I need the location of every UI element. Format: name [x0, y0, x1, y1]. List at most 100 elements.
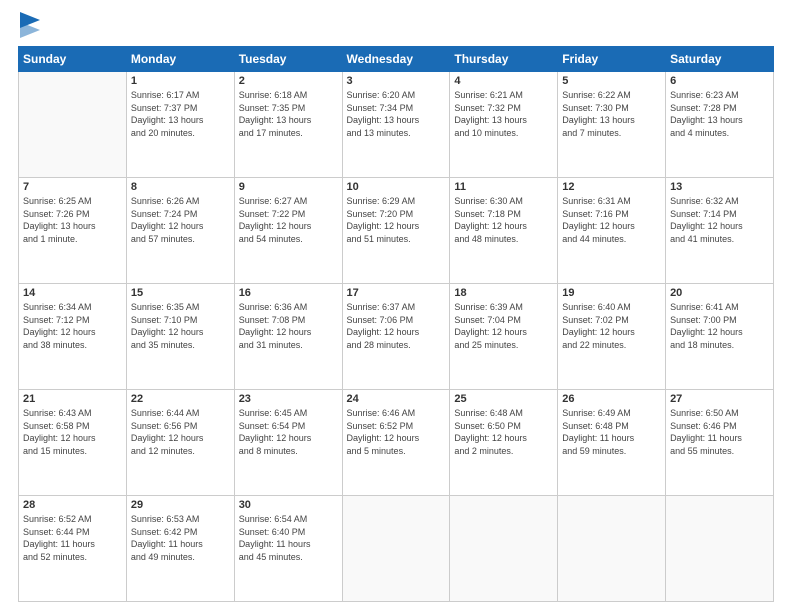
day-of-week-header: Friday — [558, 47, 666, 72]
day-number: 5 — [562, 75, 661, 87]
day-number: 16 — [239, 287, 338, 299]
calendar-cell: 30 Sunrise: 6:54 AM Sunset: 6:40 PM Dayli… — [234, 496, 342, 602]
day-info: Sunrise: 6:41 AM Sunset: 7:00 PM Dayligh… — [670, 301, 769, 351]
calendar-cell: 12 Sunrise: 6:31 AM Sunset: 7:16 PM Dayli… — [558, 178, 666, 284]
calendar-cell: 17 Sunrise: 6:37 AM Sunset: 7:06 PM Dayli… — [342, 284, 450, 390]
day-of-week-header: Monday — [126, 47, 234, 72]
day-number: 22 — [131, 393, 230, 405]
day-info: Sunrise: 6:36 AM Sunset: 7:08 PM Dayligh… — [239, 301, 338, 351]
day-number: 11 — [454, 181, 553, 193]
day-info: Sunrise: 6:48 AM Sunset: 6:50 PM Dayligh… — [454, 407, 553, 457]
day-number: 26 — [562, 393, 661, 405]
day-number: 14 — [23, 287, 122, 299]
calendar-cell: 24Sunrise: 6:46 AM Sunset: 6:52 PM Dayli… — [342, 390, 450, 496]
day-info: Sunrise: 6:35 AM Sunset: 7:10 PM Dayligh… — [131, 301, 230, 351]
day-number: 9 — [239, 181, 338, 193]
calendar-cell — [342, 496, 450, 602]
day-of-week-header: Sunday — [19, 47, 127, 72]
day-info: Sunrise: 6:53 AM Sunset: 6:42 PM Dayligh… — [131, 513, 230, 563]
calendar-cell: 9 Sunrise: 6:27 AM Sunset: 7:22 PM Daylig… — [234, 178, 342, 284]
calendar-cell: 16 Sunrise: 6:36 AM Sunset: 7:08 PM Dayli… — [234, 284, 342, 390]
calendar-week-row: 28 Sunrise: 6:52 AM Sunset: 6:44 PM Dayli… — [19, 496, 774, 602]
day-number: 2 — [239, 75, 338, 87]
day-number: 24 — [347, 393, 446, 405]
calendar-cell: 13 Sunrise: 6:32 AM Sunset: 7:14 PM Dayli… — [666, 178, 774, 284]
day-of-week-header: Thursday — [450, 47, 558, 72]
calendar-cell: 29 Sunrise: 6:53 AM Sunset: 6:42 PM Dayli… — [126, 496, 234, 602]
day-info: Sunrise: 6:34 AM Sunset: 7:12 PM Dayligh… — [23, 301, 122, 351]
day-number: 3 — [347, 75, 446, 87]
day-number: 30 — [239, 499, 338, 511]
day-number: 13 — [670, 181, 769, 193]
day-info: Sunrise: 6:27 AM Sunset: 7:22 PM Dayligh… — [239, 195, 338, 245]
calendar-cell: 10Sunrise: 6:29 AM Sunset: 7:20 PM Dayli… — [342, 178, 450, 284]
calendar-cell: 26 Sunrise: 6:49 AM Sunset: 6:48 PM Dayli… — [558, 390, 666, 496]
day-number: 17 — [347, 287, 446, 299]
day-number: 29 — [131, 499, 230, 511]
day-info: Sunrise: 6:26 AM Sunset: 7:24 PM Dayligh… — [131, 195, 230, 245]
day-info: Sunrise: 6:18 AM Sunset: 7:35 PM Dayligh… — [239, 89, 338, 139]
day-info: Sunrise: 6:50 AM Sunset: 6:46 PM Dayligh… — [670, 407, 769, 457]
calendar-cell: 14 Sunrise: 6:34 AM Sunset: 7:12 PM Dayli… — [19, 284, 127, 390]
day-of-week-header: Tuesday — [234, 47, 342, 72]
day-info: Sunrise: 6:31 AM Sunset: 7:16 PM Dayligh… — [562, 195, 661, 245]
day-info: Sunrise: 6:37 AM Sunset: 7:06 PM Dayligh… — [347, 301, 446, 351]
logo — [18, 18, 40, 38]
day-number: 27 — [670, 393, 769, 405]
day-number: 15 — [131, 287, 230, 299]
calendar-cell: 6 Sunrise: 6:23 AM Sunset: 7:28 PM Daylig… — [666, 72, 774, 178]
calendar-cell: 5 Sunrise: 6:22 AM Sunset: 7:30 PM Daylig… — [558, 72, 666, 178]
day-info: Sunrise: 6:49 AM Sunset: 6:48 PM Dayligh… — [562, 407, 661, 457]
calendar-cell: 1 Sunrise: 6:17 AM Sunset: 7:37 PM Daylig… — [126, 72, 234, 178]
day-number: 1 — [131, 75, 230, 87]
day-number: 21 — [23, 393, 122, 405]
day-number: 6 — [670, 75, 769, 87]
calendar-cell: 18 Sunrise: 6:39 AM Sunset: 7:04 PM Dayli… — [450, 284, 558, 390]
day-info: Sunrise: 6:39 AM Sunset: 7:04 PM Dayligh… — [454, 301, 553, 351]
calendar-week-row: 7Sunrise: 6:25 AM Sunset: 7:26 PM Daylig… — [19, 178, 774, 284]
day-number: 18 — [454, 287, 553, 299]
calendar-cell: 4 Sunrise: 6:21 AM Sunset: 7:32 PM Daylig… — [450, 72, 558, 178]
calendar-cell: 25 Sunrise: 6:48 AM Sunset: 6:50 PM Dayli… — [450, 390, 558, 496]
day-number: 4 — [454, 75, 553, 87]
page: SundayMondayTuesdayWednesdayThursdayFrid… — [0, 0, 792, 612]
calendar-cell: 20 Sunrise: 6:41 AM Sunset: 7:00 PM Dayli… — [666, 284, 774, 390]
day-info: Sunrise: 6:22 AM Sunset: 7:30 PM Dayligh… — [562, 89, 661, 139]
calendar-cell: 11 Sunrise: 6:30 AM Sunset: 7:18 PM Dayli… — [450, 178, 558, 284]
day-number: 25 — [454, 393, 553, 405]
day-info: Sunrise: 6:20 AM Sunset: 7:34 PM Dayligh… — [347, 89, 446, 139]
day-info: Sunrise: 6:30 AM Sunset: 7:18 PM Dayligh… — [454, 195, 553, 245]
day-info: Sunrise: 6:23 AM Sunset: 7:28 PM Dayligh… — [670, 89, 769, 139]
calendar-cell: 2 Sunrise: 6:18 AM Sunset: 7:35 PM Daylig… — [234, 72, 342, 178]
calendar-week-row: 14 Sunrise: 6:34 AM Sunset: 7:12 PM Dayli… — [19, 284, 774, 390]
calendar-cell — [558, 496, 666, 602]
calendar-cell: 27 Sunrise: 6:50 AM Sunset: 6:46 PM Dayli… — [666, 390, 774, 496]
day-info: Sunrise: 6:52 AM Sunset: 6:44 PM Dayligh… — [23, 513, 122, 563]
day-number: 28 — [23, 499, 122, 511]
calendar-header-row: SundayMondayTuesdayWednesdayThursdayFrid… — [19, 47, 774, 72]
calendar-week-row: 1 Sunrise: 6:17 AM Sunset: 7:37 PM Daylig… — [19, 72, 774, 178]
day-info: Sunrise: 6:21 AM Sunset: 7:32 PM Dayligh… — [454, 89, 553, 139]
day-number: 8 — [131, 181, 230, 193]
day-number: 19 — [562, 287, 661, 299]
header — [18, 18, 774, 38]
day-info: Sunrise: 6:29 AM Sunset: 7:20 PM Dayligh… — [347, 195, 446, 245]
day-info: Sunrise: 6:32 AM Sunset: 7:14 PM Dayligh… — [670, 195, 769, 245]
calendar-cell: 15 Sunrise: 6:35 AM Sunset: 7:10 PM Dayli… — [126, 284, 234, 390]
calendar-week-row: 21 Sunrise: 6:43 AM Sunset: 6:58 PM Dayli… — [19, 390, 774, 496]
logo-icon — [20, 12, 40, 38]
calendar-cell — [666, 496, 774, 602]
calendar-cell: 19Sunrise: 6:40 AM Sunset: 7:02 PM Dayli… — [558, 284, 666, 390]
day-info: Sunrise: 6:43 AM Sunset: 6:58 PM Dayligh… — [23, 407, 122, 457]
day-info: Sunrise: 6:44 AM Sunset: 6:56 PM Dayligh… — [131, 407, 230, 457]
day-info: Sunrise: 6:25 AM Sunset: 7:26 PM Dayligh… — [23, 195, 122, 245]
day-number: 20 — [670, 287, 769, 299]
day-number: 23 — [239, 393, 338, 405]
day-info: Sunrise: 6:54 AM Sunset: 6:40 PM Dayligh… — [239, 513, 338, 563]
day-of-week-header: Wednesday — [342, 47, 450, 72]
calendar-cell: 21 Sunrise: 6:43 AM Sunset: 6:58 PM Dayli… — [19, 390, 127, 496]
day-number: 12 — [562, 181, 661, 193]
calendar-cell: 8 Sunrise: 6:26 AM Sunset: 7:24 PM Daylig… — [126, 178, 234, 284]
day-info: Sunrise: 6:17 AM Sunset: 7:37 PM Dayligh… — [131, 89, 230, 139]
calendar-table: SundayMondayTuesdayWednesdayThursdayFrid… — [18, 46, 774, 602]
